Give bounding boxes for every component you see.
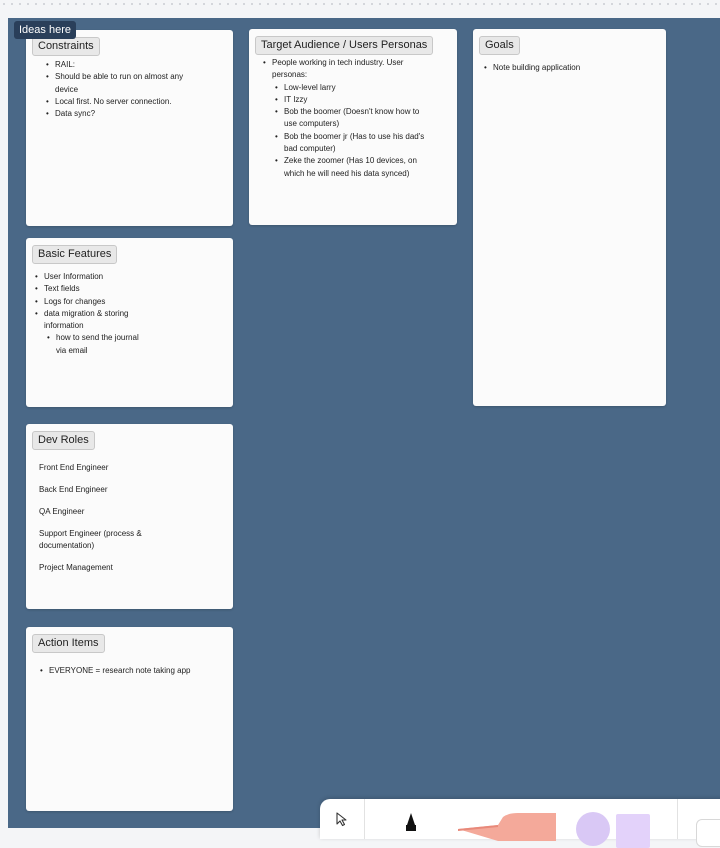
- audience-list: People working in tech industry. User pe…: [263, 57, 431, 180]
- drawing-toolbar: [320, 799, 720, 848]
- toolbar-divider: [364, 799, 365, 839]
- actions-title: Action Items: [32, 634, 105, 653]
- role-item: QA Engineer: [39, 507, 85, 516]
- features-card[interactable]: Basic Features User Information Text fie…: [26, 238, 233, 407]
- list-item: data migration & storing information how…: [35, 308, 150, 357]
- list-item: Low-level larry: [275, 82, 431, 95]
- goals-list: Note building application: [484, 62, 654, 75]
- features-list: User Information Text fields Logs for ch…: [35, 271, 150, 357]
- role-item: Front End Engineer: [39, 463, 109, 472]
- features-sublist: how to send the journal via email: [44, 332, 150, 357]
- list-item: User Information: [35, 271, 150, 284]
- canvas-dot-grid: [0, 0, 720, 10]
- list-item: EVERYONE = research note taking app: [40, 665, 230, 678]
- goals-card[interactable]: Goals Note building application: [473, 29, 666, 406]
- list-item: Logs for changes: [35, 296, 150, 309]
- square-shape-icon[interactable]: [616, 814, 650, 848]
- role-item: Back End Engineer: [39, 485, 108, 494]
- section-label[interactable]: Ideas here: [14, 21, 76, 39]
- list-item: People working in tech industry. User pe…: [263, 57, 431, 180]
- toolbar-divider: [677, 799, 678, 839]
- roles-card[interactable]: Dev Roles Front End Engineer Back End En…: [26, 424, 233, 609]
- features-item-text: data migration & storing information: [44, 308, 129, 331]
- goals-title: Goals: [479, 36, 520, 55]
- constraints-card[interactable]: Constraints RAIL: Should be able to run …: [26, 30, 233, 226]
- list-item: Note building application: [484, 62, 654, 75]
- list-item: Bob the boomer jr (Has to use his dad's …: [275, 131, 431, 156]
- list-item: IT Izzy: [275, 94, 431, 107]
- roles-title: Dev Roles: [32, 431, 95, 450]
- list-item: Text fields: [35, 283, 150, 296]
- features-title: Basic Features: [32, 245, 118, 264]
- actions-card[interactable]: Action Items EVERYONE = research note ta…: [26, 627, 233, 811]
- audience-card[interactable]: Target Audience / Users Personas People …: [249, 29, 457, 225]
- audience-intro: People working in tech industry. User pe…: [272, 58, 404, 80]
- role-item: Project Management: [39, 563, 113, 572]
- actions-list: EVERYONE = research note taking app: [40, 665, 230, 678]
- role-item: Support Engineer (process & documentatio…: [39, 529, 142, 550]
- list-item: RAIL:: [46, 59, 196, 72]
- highlighter-icon[interactable]: [458, 813, 558, 846]
- constraints-title: Constraints: [32, 37, 100, 56]
- list-item: how to send the journal via email: [47, 332, 150, 357]
- audience-title: Target Audience / Users Personas: [255, 36, 434, 55]
- list-item: Data sync?: [46, 108, 196, 121]
- list-item: Should be able to run on almost any devi…: [46, 71, 196, 96]
- circle-shape-icon[interactable]: [576, 812, 610, 846]
- constraints-list: RAIL: Should be able to run on almost an…: [46, 59, 196, 121]
- list-item: Zeke the zoomer (Has 10 devices, on whic…: [275, 155, 431, 180]
- roles-list: Front End Engineer Back End Engineer QA …: [39, 462, 169, 584]
- marker-icon[interactable]: [400, 811, 422, 836]
- toolbar-more-button[interactable]: [696, 819, 720, 847]
- cursor-icon[interactable]: [334, 811, 350, 832]
- list-item: Bob the boomer (Doesn't know how to use …: [275, 106, 431, 131]
- persona-list: Low-level larry IT Izzy Bob the boomer (…: [272, 82, 431, 180]
- list-item: Local first. No server connection.: [46, 96, 196, 109]
